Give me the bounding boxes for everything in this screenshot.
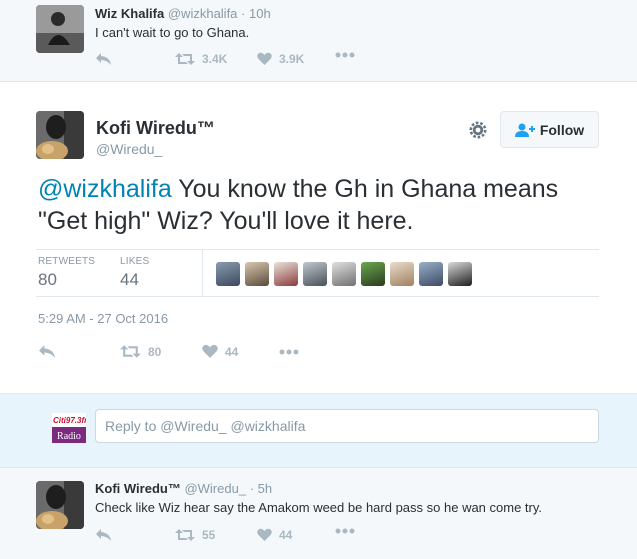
- divider: [202, 250, 203, 296]
- retweet-icon: [175, 529, 195, 541]
- liker-avatar[interactable]: [361, 262, 385, 286]
- avatar[interactable]: [36, 5, 84, 53]
- reply-button[interactable]: [95, 52, 112, 66]
- reply-button[interactable]: [38, 344, 56, 359]
- tweet-text: I can't wait to go to Ghana.: [95, 25, 250, 40]
- like-count: 44: [225, 344, 239, 359]
- reply-bar: Citi97.3fm Radio Reply to @Wiredu_ @wizk…: [0, 393, 637, 467]
- like-stat[interactable]: LIKES 44: [120, 256, 149, 290]
- retweet-count: 3.4K: [202, 52, 228, 66]
- retweet-stat-value: 80: [38, 270, 57, 289]
- author-handle[interactable]: @Wiredu_: [184, 481, 246, 496]
- like-count: 3.9K: [279, 52, 305, 66]
- liker-avatar[interactable]: [303, 262, 327, 286]
- tweet-time[interactable]: 10h: [249, 6, 271, 21]
- tweet-stats: RETWEETS 80 LIKES 44: [36, 249, 599, 297]
- avatar[interactable]: [36, 481, 84, 529]
- tweet-actions: 3.4K 3.9K: [95, 52, 395, 70]
- heart-icon: [202, 344, 218, 358]
- retweet-count: 55: [202, 528, 216, 542]
- like-stat-label: LIKES: [120, 256, 150, 267]
- more-button[interactable]: [335, 528, 355, 534]
- separator: ·: [241, 6, 246, 21]
- reply-button[interactable]: [95, 528, 112, 542]
- liker-avatar[interactable]: [274, 262, 298, 286]
- liker-avatar[interactable]: [216, 262, 240, 286]
- logo-top-text: Citi97.3fm: [53, 416, 86, 425]
- retweet-icon: [175, 53, 195, 65]
- reply-input[interactable]: Reply to @Wiredu_ @wizkhalifa: [95, 409, 599, 443]
- author-handle[interactable]: @wizkhalifa: [168, 6, 238, 21]
- follow-button[interactable]: Follow: [500, 111, 599, 148]
- more-icon: [335, 528, 355, 534]
- retweet-button[interactable]: 3.4K: [175, 52, 227, 66]
- liker-avatar[interactable]: [390, 262, 414, 286]
- likers-avatars: [216, 262, 477, 286]
- heart-icon: [257, 52, 272, 65]
- liker-avatar[interactable]: [419, 262, 443, 286]
- more-icon: [335, 52, 355, 58]
- reply-icon: [96, 53, 111, 65]
- retweet-icon: [120, 345, 141, 358]
- more-button[interactable]: [279, 349, 299, 355]
- tweet-text: Check like Wiz hear say the Amakom weed …: [95, 500, 543, 515]
- tweet-header: Kofi Wiredu™ @Wiredu_ · 5h: [95, 481, 272, 496]
- tweet-reply[interactable]: Kofi Wiredu™ @Wiredu_ · 5h Check like Wi…: [0, 467, 637, 559]
- liker-avatar[interactable]: [448, 262, 472, 286]
- retweet-button[interactable]: 55: [175, 528, 215, 542]
- tweet-header: Wiz Khalifa @wizkhalifa · 10h: [95, 6, 271, 21]
- like-button[interactable]: 3.9K: [257, 52, 304, 66]
- like-stat-value: 44: [120, 270, 139, 289]
- liker-avatar[interactable]: [245, 262, 269, 286]
- more-button[interactable]: [335, 52, 355, 58]
- tweet-timestamp[interactable]: 5:29 AM - 27 Oct 2016: [38, 311, 168, 326]
- tweet-parent[interactable]: Wiz Khalifa @wizkhalifa · 10h I can't wa…: [0, 0, 637, 82]
- reply-icon: [39, 345, 55, 358]
- current-user-avatar[interactable]: Citi97.3fm Radio: [52, 413, 91, 443]
- add-user-icon: [514, 123, 535, 137]
- retweet-stat[interactable]: RETWEETS 80: [38, 256, 95, 290]
- tweet-text: @wizkhalifa You know the Gh in Ghana mea…: [38, 173, 608, 237]
- author-name[interactable]: Wiz Khalifa: [95, 6, 164, 21]
- more-icon: [279, 349, 299, 355]
- retweet-stat-label: RETWEETS: [38, 256, 96, 267]
- author-name[interactable]: Kofi Wiredu™: [96, 118, 215, 139]
- author-name[interactable]: Kofi Wiredu™: [95, 481, 181, 496]
- tweet-actions: 55 44: [95, 528, 395, 546]
- reply-icon: [96, 529, 111, 541]
- logo-bottom-text: Radio: [57, 431, 81, 442]
- liker-avatar[interactable]: [332, 262, 356, 286]
- like-button[interactable]: 44: [202, 344, 238, 359]
- like-count: 44: [279, 528, 293, 542]
- tweet-permalink: Kofi Wiredu™ @Wiredu_ Follow @wizkhalifa…: [0, 83, 637, 393]
- separator: ·: [249, 481, 255, 496]
- tweet-actions: 80 44: [38, 342, 338, 362]
- avatar[interactable]: [36, 111, 84, 159]
- gear-icon[interactable]: [468, 120, 488, 145]
- mention-link[interactable]: @wizkhalifa: [38, 175, 172, 203]
- follow-label: Follow: [539, 121, 585, 138]
- like-button[interactable]: 44: [257, 528, 292, 542]
- author-handle[interactable]: @Wiredu_: [96, 141, 162, 157]
- tweet-time[interactable]: 5h: [258, 481, 272, 496]
- heart-icon: [257, 528, 272, 541]
- retweet-button[interactable]: 80: [120, 344, 161, 359]
- retweet-count: 80: [148, 344, 162, 359]
